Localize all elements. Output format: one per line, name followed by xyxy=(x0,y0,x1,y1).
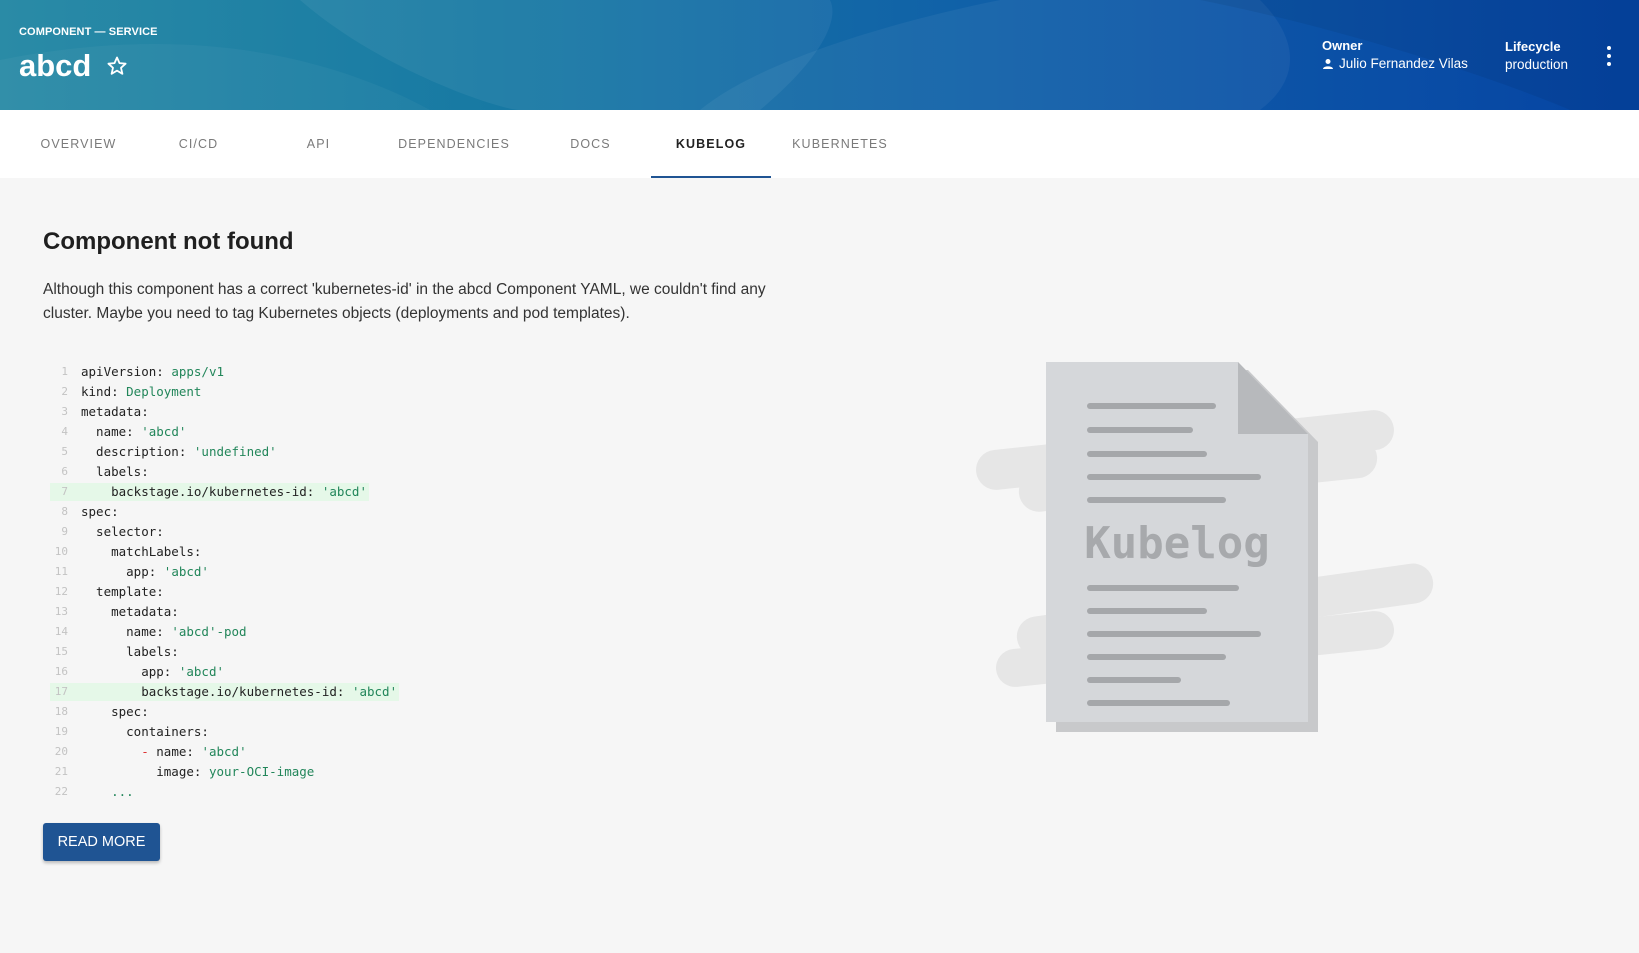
line-number: 9 xyxy=(61,525,68,538)
tab-bar: OVERVIEW CI/CD API DEPENDENCIES DOCS KUB… xyxy=(0,110,1639,178)
line-number: 7 xyxy=(61,485,68,498)
line-number: 12 xyxy=(54,585,68,598)
line-number: 10 xyxy=(54,545,68,558)
line-number: 19 xyxy=(54,725,68,738)
code-line: 12 template: xyxy=(50,582,397,602)
line-number: 2 xyxy=(61,385,68,398)
code-line: 16 app: 'abcd' xyxy=(50,662,397,682)
code-line: 11 app: 'abcd' xyxy=(50,562,397,582)
tab-dependencies[interactable]: DEPENDENCIES xyxy=(394,110,514,178)
code-text: description: 'undefined' xyxy=(81,444,277,459)
line-number: 11 xyxy=(54,565,68,578)
read-more-button[interactable]: READ MORE xyxy=(43,823,160,861)
tab-docs[interactable]: DOCS xyxy=(532,110,649,178)
code-text: metadata: xyxy=(81,604,179,619)
star-icon[interactable] xyxy=(105,54,129,78)
code-text: apiVersion: apps/v1 xyxy=(81,364,224,379)
code-line: 19 containers: xyxy=(50,722,397,742)
line-number: 14 xyxy=(54,625,68,638)
line-number: 1 xyxy=(61,365,68,378)
tab-overview[interactable]: OVERVIEW xyxy=(20,110,137,178)
code-line: 20 - name: 'abcd' xyxy=(50,742,397,762)
line-number: 13 xyxy=(54,605,68,618)
line-number: 16 xyxy=(54,665,68,678)
code-text: backstage.io/kubernetes-id: 'abcd' xyxy=(81,484,367,499)
entity-header: COMPONENT — SERVICE abcd Owner Julio Fer… xyxy=(0,0,1639,110)
code-line: 6 labels: xyxy=(50,462,397,482)
line-number: 6 xyxy=(61,465,68,478)
owner-info: Owner Julio Fernandez Vilas xyxy=(1322,38,1468,71)
lifecycle-label: Lifecycle xyxy=(1505,39,1561,54)
owner-name: Julio Fernandez Vilas xyxy=(1339,56,1468,71)
code-text: template: xyxy=(81,584,164,599)
code-line: 7 backstage.io/kubernetes-id: 'abcd' xyxy=(50,482,397,502)
owner-label: Owner xyxy=(1322,38,1363,53)
code-text: metadata: xyxy=(81,404,149,419)
line-number: 15 xyxy=(54,645,68,658)
owner-value[interactable]: Julio Fernandez Vilas xyxy=(1322,56,1468,71)
code-line: 15 labels: xyxy=(50,642,397,662)
code-text: image: your-OCI-image xyxy=(81,764,315,779)
line-number: 17 xyxy=(54,685,68,698)
tab-cicd[interactable]: CI/CD xyxy=(140,110,257,178)
yaml-code-block: 1 apiVersion: apps/v1 2 kind: Deployment 3 me… xyxy=(50,362,399,802)
not-found-heading: Component not found xyxy=(43,228,294,255)
code-line: 2 kind: Deployment xyxy=(50,382,397,402)
line-number: 8 xyxy=(61,505,68,518)
code-line: 9 selector: xyxy=(50,522,397,542)
code-line: 4 name: 'abcd' xyxy=(50,422,397,442)
code-text: kind: Deployment xyxy=(81,384,202,399)
person-icon xyxy=(1322,58,1334,70)
code-line: 17 backstage.io/kubernetes-id: 'abcd' xyxy=(50,682,399,702)
line-number: 18 xyxy=(54,705,68,718)
code-text: labels: xyxy=(81,464,149,479)
code-line: 21 image: your-OCI-image xyxy=(50,762,397,782)
line-number: 3 xyxy=(61,405,68,418)
line-number: 21 xyxy=(54,765,68,778)
code-line: 13 metadata: xyxy=(50,602,397,622)
code-line: 5 description: 'undefined' xyxy=(50,442,397,462)
code-line: 14 name: 'abcd'-pod xyxy=(50,622,397,642)
code-line: 3 metadata: xyxy=(50,402,397,422)
more-options-icon[interactable] xyxy=(1602,44,1616,68)
entity-title: abcd xyxy=(19,48,92,83)
code-line: 10 matchLabels: xyxy=(50,542,397,562)
code-line: 18 spec: xyxy=(50,702,397,722)
code-text: containers: xyxy=(81,724,209,739)
lifecycle-value: production xyxy=(1505,57,1569,72)
code-text: labels: xyxy=(81,644,179,659)
lifecycle-info: Lifecycle production xyxy=(1505,39,1568,72)
tab-api[interactable]: API xyxy=(260,110,377,178)
code-text: app: 'abcd' xyxy=(81,564,209,579)
code-text: ... xyxy=(111,784,134,799)
code-text: backstage.io/kubernetes-id: 'abcd' xyxy=(81,684,398,699)
code-text: selector: xyxy=(81,524,164,539)
line-number: 22 xyxy=(54,785,68,798)
not-found-description: Although this component has a correct 'k… xyxy=(43,281,766,322)
code-text: app: 'abcd' xyxy=(81,664,224,679)
code-text: name: 'abcd' xyxy=(81,424,187,439)
code-line: 8 spec: xyxy=(50,502,397,522)
code-text: - name: 'abcd' xyxy=(141,744,247,759)
illustration-label: Kubelog xyxy=(1084,518,1269,569)
tab-kubernetes[interactable]: KUBERNETES xyxy=(780,110,900,178)
tab-kubelog[interactable]: KUBELOG xyxy=(651,110,771,178)
kubelog-illustration: Kubelog xyxy=(970,360,1450,745)
code-text: spec: xyxy=(81,504,119,519)
code-text: matchLabels: xyxy=(81,544,202,559)
line-number: 4 xyxy=(61,425,68,438)
line-number: 20 xyxy=(54,745,68,758)
line-number: 5 xyxy=(61,445,68,458)
page-title: abcd xyxy=(19,48,129,84)
code-line: 1 apiVersion: apps/v1 xyxy=(50,362,397,382)
code-text: name: 'abcd'-pod xyxy=(81,624,247,639)
entity-kind: COMPONENT — SERVICE xyxy=(19,26,158,38)
code-text: spec: xyxy=(81,704,149,719)
code-line: 22 ... xyxy=(50,782,397,802)
